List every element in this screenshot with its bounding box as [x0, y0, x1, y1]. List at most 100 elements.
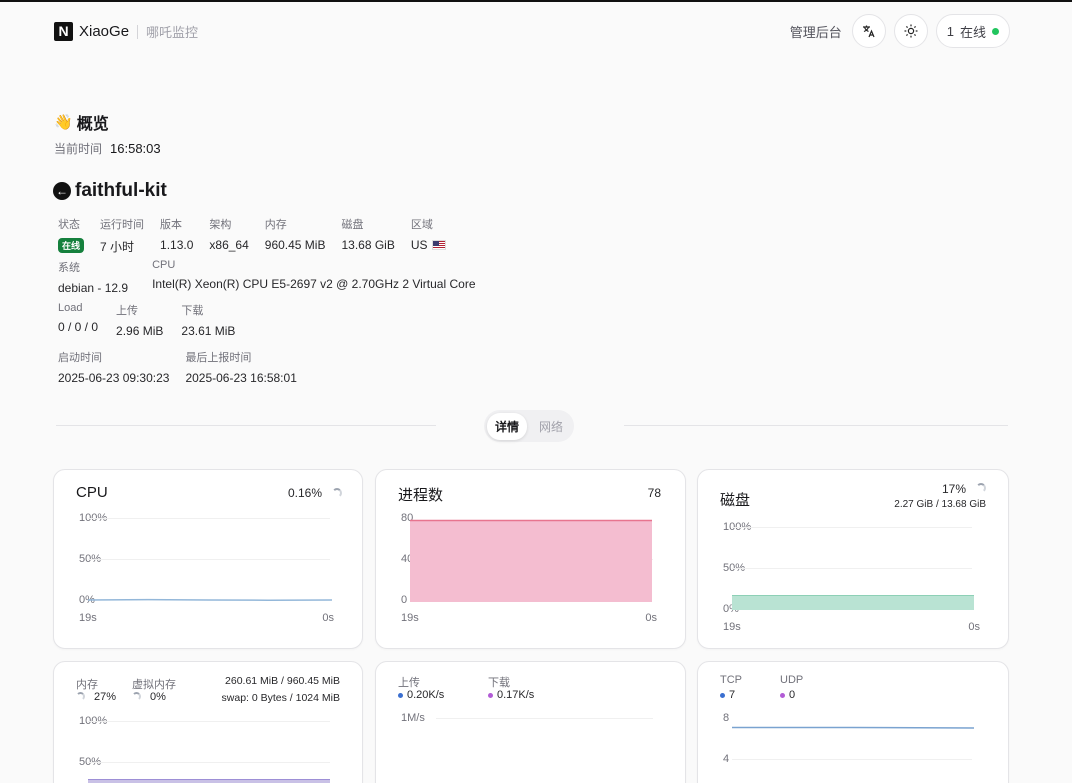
udp-legend-dot	[780, 692, 785, 698]
network-upload-label: 上传	[398, 677, 420, 689]
upload-total-info: 上传 2.96 MiB	[116, 302, 163, 338]
admin-link[interactable]: 管理后台	[790, 22, 842, 41]
version-value: 1.13.0	[160, 238, 194, 252]
theme-toggle-button[interactable]	[893, 14, 928, 48]
grid-line	[88, 518, 330, 519]
last-report-value: 2025-06-23 16:58:01	[185, 371, 297, 385]
memory-label: 内存	[76, 679, 98, 691]
tcp-label: TCP	[720, 674, 742, 686]
cpu-x-label-start: 19s	[79, 612, 97, 624]
tab-divider-left	[56, 425, 436, 426]
memory-value: 960.45 MiB	[264, 238, 326, 252]
network-y-label-top: 1M/s	[401, 712, 425, 724]
boot-time-info: 启动时间 2025-06-23 09:30:23	[58, 349, 169, 385]
download-total-label: 下载	[181, 305, 204, 317]
disk-usage-detail: 2.27 GiB / 13.68 GiB	[894, 499, 986, 510]
disk-info: 磁盘 13.68 GiB	[341, 216, 394, 255]
online-status-dot	[992, 27, 999, 35]
last-report-info: 最后上报时间 2025-06-23 16:58:01	[185, 349, 296, 385]
status-info: 状态 在线	[58, 216, 85, 255]
swap-label: 虚拟内存	[132, 679, 176, 691]
process-card: 进程数 78 80 40 0 19s 0s	[375, 469, 686, 649]
swap-usage-detail: swap: 0 Bytes / 1024 MiB	[221, 692, 340, 704]
disk-value: 13.68 GiB	[341, 238, 395, 252]
load-info: Load 0 / 0 / 0	[58, 302, 98, 338]
memory-progress-ring	[76, 692, 85, 701]
overview-heading: 👋 概览	[54, 110, 161, 134]
memory-card: 内存 27% 虚拟内存 0% 260.61 MiB / 960.45 MiB s…	[53, 661, 363, 783]
cpu-line-chart	[88, 598, 332, 601]
memory-percent: 27%	[94, 691, 117, 703]
network-download-label: 下载	[488, 677, 510, 689]
cpu-card-value: 0.16%	[287, 486, 322, 500]
server-info-row-3: Load 0 / 0 / 0 上传 2.96 MiB 下载 23.61 MiB	[58, 302, 235, 338]
cpu-card-title: CPU	[76, 484, 108, 501]
connections-y-label-top: 8	[723, 712, 730, 724]
grid-line	[436, 718, 653, 719]
arch-value: x86_64	[209, 238, 249, 252]
arch-label: 架构	[209, 219, 232, 231]
current-time-value: 16:58:03	[110, 141, 161, 156]
disk-card-value: 17%	[941, 482, 966, 496]
connections-y-label-mid: 4	[723, 753, 730, 765]
server-info-row-1: 状态 在线 运行时间 7 小时 版本 1.13.0 架构 x86_64 内存 9…	[58, 216, 446, 255]
load-label: Load	[58, 302, 83, 314]
process-y-label-bottom: 0	[401, 594, 408, 606]
brand-logo: N	[54, 22, 73, 41]
grid-line	[732, 527, 972, 528]
boot-time-value: 2025-06-23 09:30:23	[58, 371, 170, 385]
grid-line	[88, 762, 330, 763]
overview-title: 概览	[76, 116, 109, 133]
disk-progress-ring	[976, 483, 986, 493]
server-info-row-4: 启动时间 2025-06-23 09:30:23 最后上报时间 2025-06-…	[58, 349, 297, 385]
current-time-label: 当前时间	[54, 142, 103, 156]
brand[interactable]: N XiaoGe 哪吒监控	[54, 22, 198, 41]
grid-line	[732, 568, 972, 569]
swap-percent: 0%	[150, 691, 166, 703]
tab-details[interactable]: 详情	[487, 412, 528, 440]
arch-info: 架构 x86_64	[209, 216, 248, 255]
waving-hand-icon: 👋	[54, 114, 73, 131]
swap-progress-ring	[132, 692, 141, 701]
connections-line-chart	[732, 726, 974, 729]
region-label: 区域	[410, 219, 433, 231]
upload-total-value: 2.96 MiB	[116, 324, 164, 338]
os-info: 系统 debian - 12.9	[58, 259, 128, 295]
disk-card-title: 磁盘	[720, 492, 751, 509]
cpu-card: CPU 0.16% 100% 50% 0% 19s 0s	[53, 469, 363, 649]
online-count-badge[interactable]: 1 在线	[935, 14, 1010, 48]
cpu-value: Intel(R) Xeon(R) CPU E5-2697 v2 @ 2.70GH…	[152, 277, 476, 291]
cpu-info: CPU Intel(R) Xeon(R) CPU E5-2697 v2 @ 2.…	[152, 259, 475, 295]
load-value: 0 / 0 / 0	[58, 320, 99, 334]
online-count: 1	[946, 23, 954, 39]
network-upload-value: 0.20K/s	[407, 689, 445, 701]
tab-divider-right	[624, 425, 1008, 426]
header-actions: 管理后台 1 在线	[790, 14, 1010, 48]
overview-section: 👋 概览 当前时间 16:58:03	[54, 110, 161, 157]
language-button[interactable]	[851, 14, 886, 48]
process-card-title: 进程数	[398, 487, 444, 504]
top-bar: N XiaoGe 哪吒监控 管理后台 1 在线	[0, 2, 1072, 62]
os-label: 系统	[58, 262, 80, 274]
disk-x-label-start: 19s	[723, 621, 741, 633]
os-value: debian - 12.9	[58, 281, 129, 295]
current-time: 当前时间 16:58:03	[54, 140, 161, 157]
tab-network[interactable]: 网络	[531, 413, 571, 440]
grid-line	[732, 759, 972, 760]
online-label: 在线	[959, 24, 986, 40]
server-header: ← faithful-kit	[53, 180, 167, 202]
disk-card: 磁盘 17% 2.27 GiB / 13.68 GiB 100% 50% 0% …	[697, 469, 1009, 649]
memory-label: 内存	[264, 219, 287, 231]
back-arrow-icon[interactable]: ←	[53, 182, 71, 200]
uptime-value: 7 小时	[100, 240, 135, 254]
network-download-value: 0.17K/s	[497, 689, 535, 701]
brand-subtitle: 哪吒监控	[146, 25, 199, 40]
memory-usage-detail: 260.61 MiB / 960.45 MiB	[225, 675, 340, 687]
uptime-info: 运行时间 7 小时	[100, 216, 144, 255]
tcp-value: 7	[729, 689, 736, 701]
uptime-label: 运行时间	[100, 219, 145, 231]
connections-card: TCP 7 UDP 0 8 4	[697, 661, 1009, 783]
server-info-row-2: 系统 debian - 12.9 CPU Intel(R) Xeon(R) CP…	[58, 259, 476, 295]
us-flag-icon	[431, 240, 446, 250]
memory-area-chart	[88, 779, 330, 783]
